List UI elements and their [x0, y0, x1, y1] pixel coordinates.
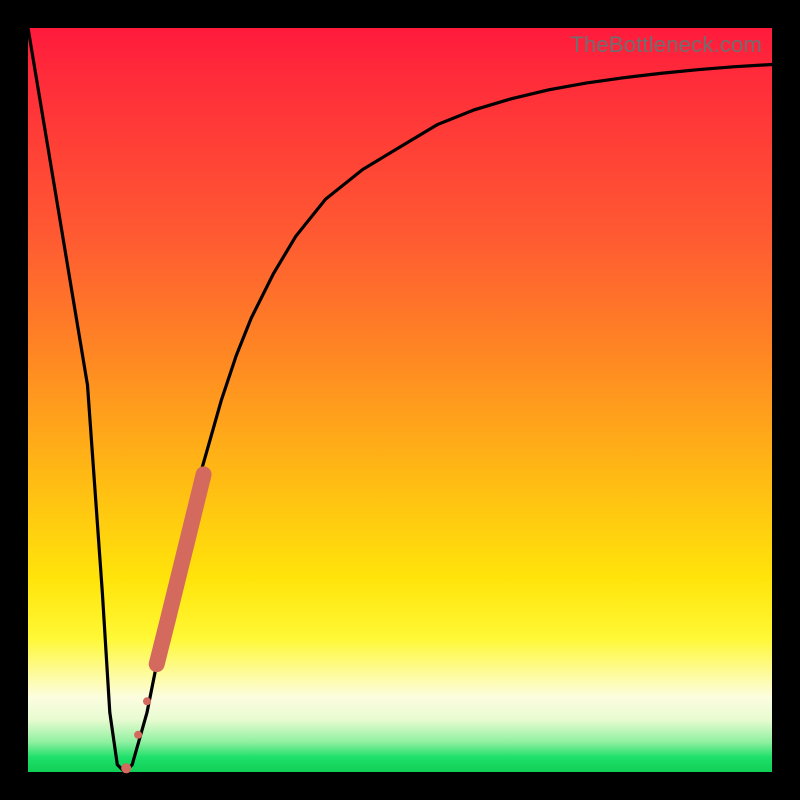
- bottleneck-curve-path: [28, 28, 772, 772]
- highlight-dot: [134, 731, 142, 739]
- highlight-dot: [121, 763, 131, 773]
- highlight-dot: [152, 659, 162, 669]
- chart-frame: TheBottleneck.com: [0, 0, 800, 800]
- highlight-dots-group: [121, 474, 203, 773]
- highlight-dot: [143, 697, 151, 705]
- curve-layer: [28, 28, 772, 772]
- highlight-stroke: [157, 474, 204, 664]
- plot-area: TheBottleneck.com: [28, 28, 772, 772]
